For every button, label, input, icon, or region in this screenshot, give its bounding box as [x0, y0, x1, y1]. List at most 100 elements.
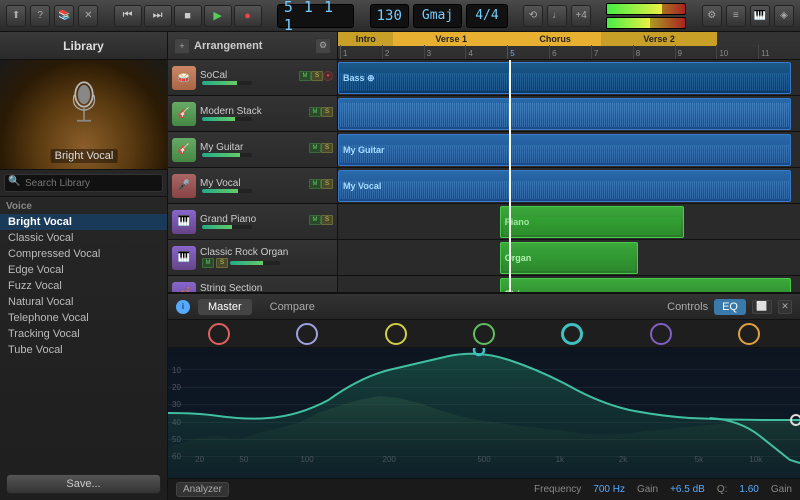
ruler-mark-4: 4 — [465, 45, 507, 59]
analyzer-button[interactable]: Analyzer — [176, 482, 229, 497]
eq-band-7-handle[interactable] — [738, 323, 760, 345]
mute-btn-classic-rock-organ[interactable]: M — [202, 258, 214, 268]
lib-item-bright-vocal[interactable]: Bright Vocal — [0, 214, 167, 230]
rewind-button[interactable]: ⏮ — [114, 5, 142, 27]
master-tab[interactable]: Master — [198, 299, 252, 315]
lib-item-fuzz-vocal[interactable]: Fuzz Vocal — [0, 278, 167, 294]
library-toggle[interactable]: 📚 — [54, 5, 74, 27]
fader-grand-piano[interactable] — [202, 225, 252, 229]
region-my-vocal-1[interactable]: My Vocal — [338, 170, 791, 202]
count-in-btn[interactable]: +4 — [571, 5, 591, 27]
play-button[interactable]: ▶ — [204, 5, 232, 27]
toolbar-btn-1[interactable]: ⬆ — [6, 5, 26, 27]
eq-close-btn[interactable]: ✕ — [778, 300, 792, 314]
close-icon: ✕ — [781, 301, 789, 312]
bpm-display[interactable]: 130 — [370, 4, 409, 28]
track-header-my-vocal: 🎤 My Vocal M S — [168, 168, 337, 204]
lib-item-classic-vocal[interactable]: Classic Vocal — [0, 230, 167, 246]
eq-band-2-handle[interactable] — [296, 323, 318, 345]
section-empty — [717, 32, 800, 46]
fader-my-vocal[interactable] — [202, 189, 252, 193]
position-display[interactable]: 5 1 1 1 — [277, 4, 355, 28]
smart-controls-btn[interactable]: ◈ — [774, 5, 794, 27]
add-track-button[interactable]: + — [174, 38, 190, 54]
patch-name: Bright Vocal — [51, 149, 118, 163]
eq-expand-btn[interactable]: ⬜ — [752, 300, 772, 314]
arrangement-settings-button[interactable]: ⚙ — [315, 38, 331, 54]
settings-btn[interactable]: ⚙ — [702, 5, 722, 27]
region-label-strings: Strings — [501, 287, 540, 292]
bpm-value: 130 — [377, 8, 402, 24]
ruler-mark-6: 6 — [549, 45, 591, 59]
mute-btn-grand-piano[interactable]: M — [309, 215, 321, 225]
region-strings-1[interactable]: Strings — [500, 278, 791, 292]
controls-label: Controls — [667, 301, 708, 313]
compare-tab[interactable]: Compare — [260, 299, 325, 315]
eq-band-3-handle[interactable] — [385, 323, 407, 345]
eq-band-4-handle[interactable] — [473, 323, 495, 345]
track-icon-socal: 🥁 — [172, 66, 196, 90]
category-label: Voice — [0, 197, 167, 214]
mute-btn-my-vocal[interactable]: M — [309, 179, 321, 189]
ruler-mark-3: 3 — [424, 45, 466, 59]
key-display[interactable]: Gmaj — [413, 4, 462, 28]
rec-btn-socal[interactable]: ● — [323, 71, 333, 81]
track-lane-string-section: Strings — [338, 276, 800, 292]
mute-btn-socal[interactable]: M — [299, 71, 311, 81]
stop-button[interactable]: ■ — [174, 5, 202, 27]
region-socal-1[interactable]: Bass ⊕ — [338, 62, 791, 94]
toolbar-btn-4[interactable]: ✕ — [78, 5, 98, 27]
position-value: 5 1 1 1 — [284, 0, 348, 34]
mute-btn-modern-stack[interactable]: M — [309, 107, 321, 117]
library-list: Bright Vocal Classic Vocal Compressed Vo… — [0, 214, 167, 468]
ruler-mark-9: 9 — [675, 45, 717, 59]
track-name-my-vocal: My Vocal — [200, 178, 309, 189]
eq-info-icon: i — [176, 300, 190, 314]
piano-btn[interactable]: 🎹 — [750, 5, 770, 27]
lib-item-compressed-vocal[interactable]: Compressed Vocal — [0, 246, 167, 262]
fader-classic-rock-organ[interactable] — [230, 261, 280, 265]
solo-btn-my-vocal[interactable]: S — [321, 179, 333, 189]
solo-btn-modern-stack[interactable]: S — [321, 107, 333, 117]
fader-socal[interactable] — [202, 81, 252, 85]
metronome-btn[interactable]: ♩ — [547, 5, 567, 27]
microphone-icon — [64, 70, 104, 140]
toolbar-btn-2[interactable]: ? — [30, 5, 50, 27]
lib-item-edge-vocal[interactable]: Edge Vocal — [0, 262, 167, 278]
eq-panel: i Master Compare Controls EQ ⬜ ✕ — [168, 292, 800, 500]
lib-item-natural-vocal[interactable]: Natural Vocal — [0, 294, 167, 310]
solo-btn-socal[interactable]: S — [311, 71, 323, 81]
lib-item-tracking-vocal[interactable]: Tracking Vocal — [0, 326, 167, 342]
eq-curve-svg — [168, 348, 800, 478]
mixer-btn[interactable]: ≡ — [726, 5, 746, 27]
region-grand-piano-1[interactable]: Piano — [500, 206, 685, 238]
record-button[interactable]: ● — [234, 5, 262, 27]
region-organ-1[interactable]: Organ — [500, 242, 639, 274]
region-my-guitar-1[interactable]: My Guitar — [338, 134, 791, 166]
save-button[interactable]: Save... — [6, 474, 161, 494]
solo-btn-my-guitar[interactable]: S — [321, 143, 333, 153]
fader-my-guitar[interactable] — [202, 153, 252, 157]
time-sig-display[interactable]: 4/4 — [466, 4, 507, 28]
timeline-ruler: Intro Verse 1 Chorus Verse 2 1 2 3 4 5 6 — [338, 32, 800, 59]
lib-item-tube-vocal[interactable]: Tube Vocal — [0, 342, 167, 358]
eq-band-6-handle[interactable] — [650, 323, 672, 345]
track-lane-socal: Bass ⊕ — [338, 60, 800, 96]
solo-btn-classic-rock-organ[interactable]: S — [216, 258, 228, 268]
eq-tab-active[interactable]: EQ — [714, 299, 746, 315]
fader-modern-stack[interactable] — [202, 117, 252, 121]
lib-item-telephone-vocal[interactable]: Telephone Vocal — [0, 310, 167, 326]
cycle-btn[interactable]: ⟲ — [523, 5, 543, 27]
search-input[interactable] — [4, 174, 163, 192]
arrangement-label: Arrangement — [194, 40, 262, 52]
track-name-my-guitar: My Guitar — [200, 142, 309, 153]
track-name-classic-rock-organ: Classic Rock Organ — [200, 247, 333, 258]
region-modern-stack-1[interactable] — [338, 98, 791, 130]
solo-btn-grand-piano[interactable]: S — [321, 215, 333, 225]
eq-band-1-handle[interactable] — [208, 323, 230, 345]
mute-btn-my-guitar[interactable]: M — [309, 143, 321, 153]
eq-band-5-handle[interactable] — [561, 323, 583, 345]
track-icon-modern-stack: 🎸 — [172, 102, 196, 126]
eq-header: i Master Compare Controls EQ ⬜ ✕ — [168, 294, 800, 320]
fast-forward-button[interactable]: ⏭ — [144, 5, 172, 27]
